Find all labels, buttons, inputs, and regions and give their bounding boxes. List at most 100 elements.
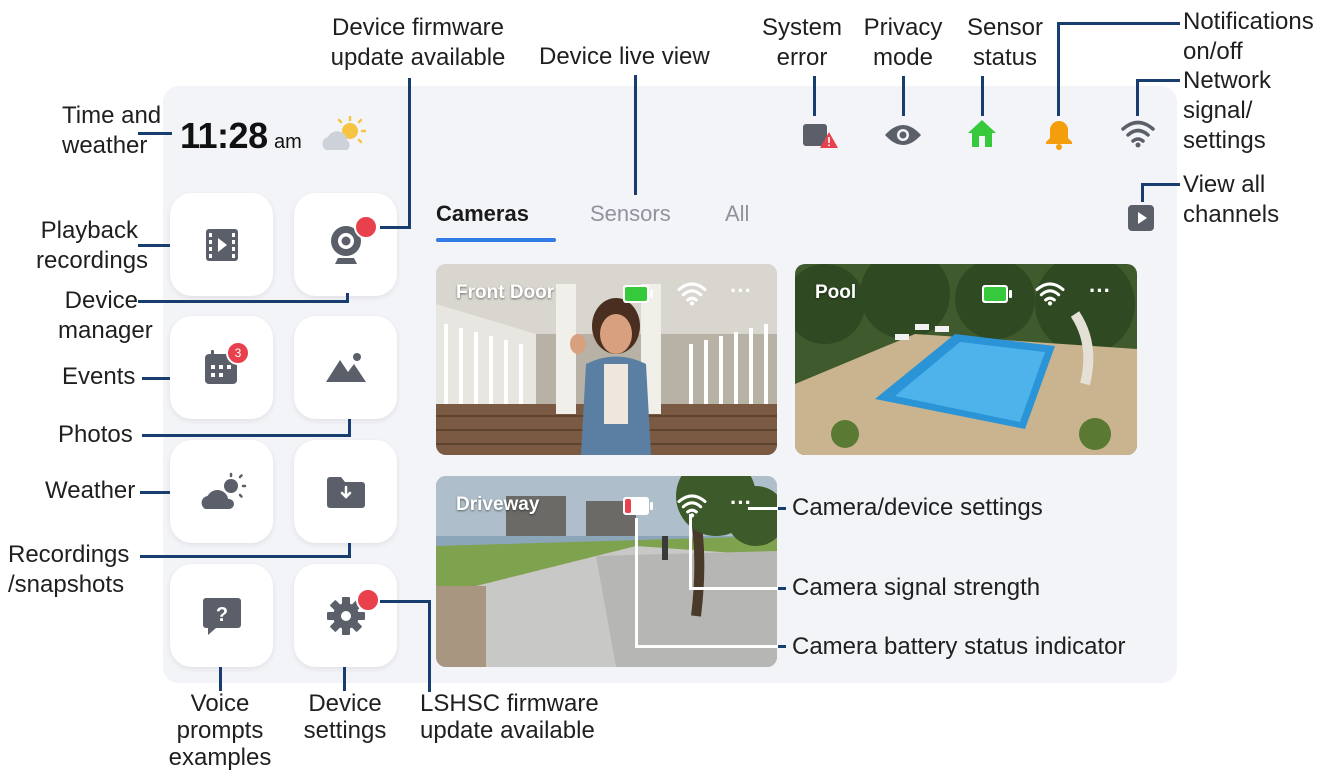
callout-playback: Playback recordings	[36, 216, 148, 276]
lshsc-firmware-badge	[356, 588, 380, 612]
firmware-update-badge	[354, 215, 378, 239]
partly-sunny-icon[interactable]	[320, 116, 366, 154]
callout-line	[219, 667, 222, 691]
camera-more-button[interactable]: ···	[1089, 278, 1111, 304]
callout-line	[689, 587, 778, 590]
callout-view-all: View all channels	[1183, 170, 1279, 230]
callout-line	[348, 419, 351, 437]
callout-line	[140, 555, 351, 558]
callout-line	[635, 645, 778, 648]
signal-strength-icon	[1035, 282, 1065, 306]
clock: 11:28 am	[180, 115, 302, 157]
system-error-icon[interactable]	[803, 120, 839, 150]
callout-weather: Weather	[45, 477, 136, 504]
callout-line-2: on/off	[1183, 38, 1243, 65]
callout-time-weather: Time and weather	[62, 101, 162, 161]
callout-line	[778, 587, 786, 590]
callout-line	[1136, 80, 1139, 116]
camera-more-button[interactable]: ···	[730, 278, 752, 304]
callout-line	[1057, 23, 1060, 116]
callout-line	[981, 76, 984, 116]
callout-line	[343, 667, 346, 691]
callout-live-view: Device live view	[539, 43, 710, 70]
callout-line	[778, 645, 786, 648]
callout-system-error: System error	[757, 13, 847, 73]
callout-line	[348, 543, 351, 558]
callout-recordings: Recordings/snapshots	[8, 540, 129, 600]
callout-line	[1141, 183, 1180, 186]
callout-line	[380, 600, 430, 603]
film-icon	[205, 228, 238, 261]
callout-line-2: prompts	[176, 717, 264, 744]
callout-line-2: manager	[58, 317, 153, 344]
callout-line	[1141, 184, 1144, 202]
wifi-icon[interactable]	[1120, 118, 1156, 148]
bell-icon[interactable]	[1044, 118, 1074, 150]
tab-cameras[interactable]: Cameras	[436, 201, 529, 227]
playback-recordings-button[interactable]	[170, 193, 273, 296]
callout-device-manager: Device manager	[58, 286, 153, 346]
device-settings-button[interactable]	[294, 564, 397, 667]
callout-line-2: update available	[420, 717, 595, 744]
events-button[interactable]: 3	[170, 316, 273, 419]
callout-line-2: error	[776, 44, 828, 71]
callout-line-2: /snapshots	[8, 571, 125, 598]
callout-line-1: Privacy	[863, 14, 943, 41]
callout-line-1: Voice	[190, 690, 250, 717]
callout-line	[408, 78, 411, 228]
camera-name: Front Door	[456, 282, 555, 303]
play-square-icon[interactable]	[1127, 204, 1155, 232]
photos-button[interactable]	[294, 316, 397, 419]
home-icon[interactable]	[966, 118, 998, 150]
folder-download-icon	[326, 476, 365, 508]
callout-line-2: status	[972, 44, 1038, 71]
camera-tile-pool[interactable]: Pool ···	[795, 264, 1137, 455]
tab-sensors[interactable]: Sensors	[590, 201, 671, 227]
callout-line	[1057, 22, 1180, 25]
device-manager-button[interactable]	[294, 193, 397, 296]
callout-camera-settings: Camera/device settings	[792, 494, 1043, 521]
voice-prompts-button[interactable]: ?	[170, 564, 273, 667]
callout-firmware: Device firmware update available	[328, 13, 508, 73]
callout-line-2: update available	[330, 44, 506, 71]
callout-line-1: Recordings	[8, 541, 130, 568]
camera-tile-front-door[interactable]: Front Door ···	[436, 264, 777, 455]
eye-icon[interactable]	[884, 123, 922, 147]
camera-more-button[interactable]: ···	[730, 490, 752, 516]
tab-all[interactable]: All	[725, 201, 749, 227]
callout-lshsc: LSHSC firmware update available	[420, 690, 599, 744]
callout-line-1: System	[761, 14, 842, 41]
tab-active-indicator	[436, 238, 556, 242]
callout-photos: Photos	[58, 421, 133, 448]
callout-line	[634, 75, 637, 195]
callout-line	[689, 514, 692, 589]
callout-line	[748, 507, 778, 510]
weather-button[interactable]	[170, 440, 273, 543]
recordings-snapshots-button[interactable]	[294, 440, 397, 543]
callout-line	[778, 507, 786, 510]
callout-line-2: settings	[303, 717, 387, 744]
callout-line-1: Time and	[62, 102, 162, 129]
camera-name: Pool	[815, 282, 857, 303]
callout-line-1: Device	[308, 690, 382, 717]
callout-line-2: mode	[872, 44, 934, 71]
callout-camera-signal: Camera signal strength	[792, 574, 1041, 601]
battery-full-icon	[623, 285, 653, 303]
camera-tile-driveway[interactable]: Driveway ···	[436, 476, 777, 667]
callout-line-3: examples	[168, 744, 272, 771]
callout-line	[142, 434, 351, 437]
callout-line	[380, 226, 411, 229]
callout-line	[140, 491, 170, 494]
callout-line-1: Network	[1183, 67, 1272, 94]
cloud-sun-icon	[199, 472, 246, 511]
callout-line	[902, 76, 905, 116]
clock-time: 11:28	[180, 115, 268, 156]
battery-low-icon	[623, 497, 653, 515]
callout-line-1: Playback	[40, 217, 138, 244]
signal-strength-icon	[677, 282, 707, 306]
callout-line	[142, 377, 170, 380]
question-bubble-icon: ?	[202, 597, 241, 635]
callout-line-1: LSHSC firmware	[420, 690, 599, 717]
callout-network: Network signal/settings	[1183, 66, 1271, 156]
callout-line	[428, 600, 431, 692]
